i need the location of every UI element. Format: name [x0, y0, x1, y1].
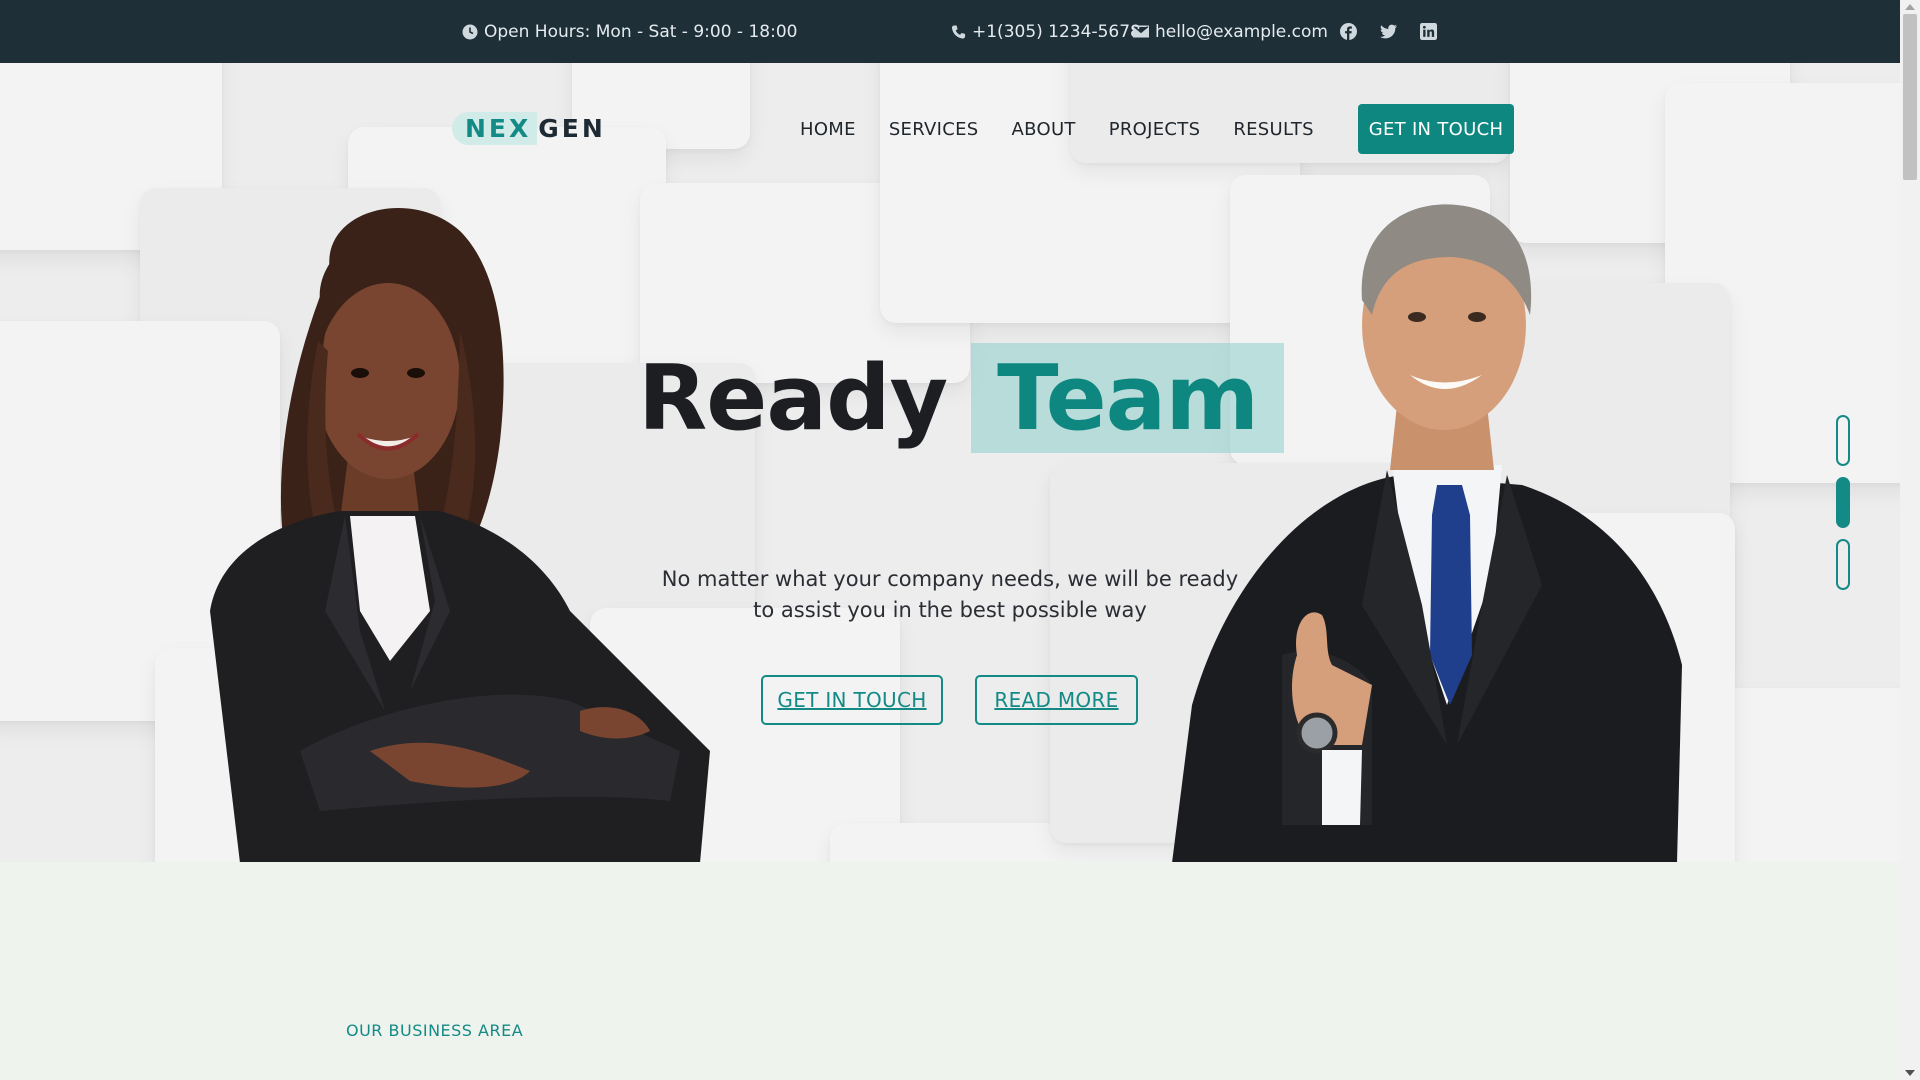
brand-logo[interactable]: NEX GEN: [452, 109, 606, 147]
open-hours: Open Hours: Mon - Sat - 9:00 - 18:00: [462, 0, 797, 63]
facebook-icon: [1340, 23, 1357, 40]
main-navigation: HOME SERVICES ABOUT PROJECTS RESULTS GET…: [800, 104, 1514, 154]
businesswoman-photo: [210, 207, 710, 862]
hero-get-in-touch-button[interactable]: GET IN TOUCH: [761, 675, 943, 725]
clock-icon: [462, 24, 478, 39]
headline-word-team-highlight: Team: [971, 343, 1285, 453]
phone-icon: [951, 24, 966, 39]
nav-results[interactable]: RESULTS: [1233, 119, 1314, 140]
nav-home[interactable]: HOME: [800, 119, 856, 140]
page-scrollbar[interactable]: [1900, 0, 1920, 1080]
phone-contact[interactable]: +1(305) 1234-5678: [951, 0, 1141, 63]
hero-read-more-button[interactable]: READ MORE: [975, 675, 1138, 725]
nav-get-in-touch-button[interactable]: GET IN TOUCH: [1358, 104, 1514, 154]
email-text: hello@example.com: [1155, 21, 1328, 42]
slider-dot-1[interactable]: [1836, 415, 1850, 466]
slider-dot-2-active[interactable]: [1836, 477, 1850, 528]
twitter-link[interactable]: [1380, 0, 1397, 63]
nav-projects[interactable]: PROJECTS: [1109, 119, 1201, 140]
headline-word-ready: Ready: [638, 345, 948, 451]
businessman-photo: [1172, 204, 1682, 862]
envelope-icon: [1133, 25, 1149, 38]
top-info-bar: Open Hours: Mon - Sat - 9:00 - 18:00 +1(…: [0, 0, 1900, 63]
hero-headline: Ready Team: [638, 343, 1285, 453]
logo-part-nex: NEX: [452, 111, 538, 145]
hero-subtitle-line2: to assist you in the best possible way: [753, 598, 1147, 622]
scroll-up-arrow-icon[interactable]: [1905, 4, 1915, 10]
phone-text: +1(305) 1234-5678: [972, 21, 1141, 42]
linkedin-icon: [1420, 23, 1437, 40]
scroll-down-arrow-icon[interactable]: [1905, 1070, 1915, 1076]
facebook-link[interactable]: [1340, 0, 1357, 63]
hero-subtitle-line1: No matter what your company needs, we wi…: [661, 567, 1239, 591]
hero-section: NEX GEN HOME SERVICES ABOUT PROJECTS RES…: [0, 63, 1900, 862]
scrollbar-thumb[interactable]: [1903, 14, 1917, 180]
nav-services[interactable]: SERVICES: [889, 119, 979, 140]
section-eyebrow-business-area: OUR BUSINESS AREA: [346, 1021, 524, 1040]
linkedin-link[interactable]: [1420, 0, 1437, 63]
logo-part-gen: GEN: [538, 113, 606, 143]
nav-about[interactable]: ABOUT: [1012, 119, 1076, 140]
open-hours-text: Open Hours: Mon - Sat - 9:00 - 18:00: [484, 21, 798, 42]
slider-dot-3[interactable]: [1836, 539, 1850, 590]
hero-subtitle: No matter what your company needs, we wi…: [650, 564, 1250, 626]
twitter-icon: [1380, 24, 1397, 39]
email-contact[interactable]: hello@example.com: [1133, 0, 1328, 63]
